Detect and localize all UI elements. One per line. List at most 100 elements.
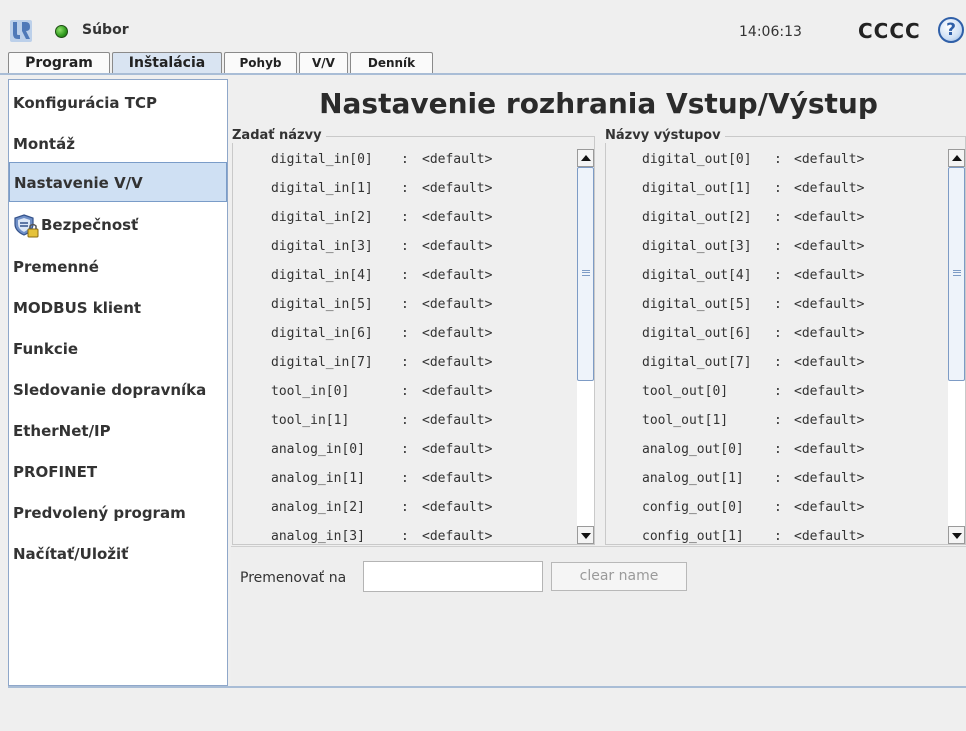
sidebar-item-mounting[interactable]: Montáž bbox=[9, 124, 227, 164]
io-separator: : bbox=[401, 500, 409, 515]
io-name-row[interactable]: digital_in[0]: <default> bbox=[233, 145, 576, 174]
io-separator: : bbox=[401, 181, 409, 196]
tab-io[interactable]: V/V bbox=[299, 52, 348, 74]
io-name-row[interactable]: analog_out[1]: <default> bbox=[606, 464, 947, 493]
io-custom-name: <default> bbox=[422, 529, 493, 544]
io-name-row[interactable]: digital_out[3]: <default> bbox=[606, 232, 947, 261]
io-custom-name: <default> bbox=[422, 413, 493, 428]
io-separator: : bbox=[401, 529, 409, 544]
sidebar-item-tcp-configuration[interactable]: Konfigurácia TCP bbox=[9, 83, 227, 123]
tab-move[interactable]: Pohyb bbox=[224, 52, 297, 74]
io-signal-name: digital_in[0] bbox=[271, 152, 373, 167]
io-name-row[interactable]: tool_in[1]: <default> bbox=[233, 406, 576, 435]
help-icon[interactable]: ? bbox=[938, 17, 964, 43]
io-separator: : bbox=[774, 384, 782, 399]
io-separator: : bbox=[774, 210, 782, 225]
io-signal-name: config_out[0] bbox=[642, 500, 744, 515]
sidebar-item-ethernet-ip[interactable]: EtherNet/IP bbox=[9, 411, 227, 451]
sidebar-item-load-save[interactable]: Načítať/Uložiť bbox=[9, 534, 227, 574]
io-name-row[interactable]: digital_in[5]: <default> bbox=[233, 290, 576, 319]
io-separator: : bbox=[401, 297, 409, 312]
io-name-row[interactable]: tool_out[1]: <default> bbox=[606, 406, 947, 435]
installation-sidebar: Konfigurácia TCP Montáž Nastavenie V/V B… bbox=[8, 79, 228, 686]
io-custom-name: <default> bbox=[422, 442, 493, 457]
io-signal-name: digital_out[3] bbox=[642, 239, 752, 254]
io-name-row[interactable]: analog_in[1]: <default> bbox=[233, 464, 576, 493]
io-name-row[interactable]: digital_in[6]: <default> bbox=[233, 319, 576, 348]
output-names-scrollbar[interactable] bbox=[948, 149, 965, 544]
io-signal-name: analog_in[3] bbox=[271, 529, 365, 544]
scroll-down-button[interactable] bbox=[948, 526, 965, 544]
io-name-row[interactable]: digital_in[1]: <default> bbox=[233, 174, 576, 203]
tab-log[interactable]: Denník bbox=[350, 52, 433, 74]
io-name-row[interactable]: config_out[0]: <default> bbox=[606, 493, 947, 522]
tab-installation[interactable]: Inštalácia bbox=[112, 52, 222, 74]
io-separator: : bbox=[774, 442, 782, 457]
scroll-up-button[interactable] bbox=[948, 149, 965, 167]
scrollbar-thumb[interactable] bbox=[577, 167, 594, 381]
io-custom-name: <default> bbox=[422, 384, 493, 399]
scrollbar-thumb[interactable] bbox=[948, 167, 965, 381]
io-separator: : bbox=[401, 210, 409, 225]
io-name-row[interactable]: tool_out[0]: <default> bbox=[606, 377, 947, 406]
io-separator: : bbox=[774, 297, 782, 312]
io-name-row[interactable]: analog_in[3]: <default> bbox=[233, 522, 576, 544]
sidebar-item-modbus-client[interactable]: MODBUS klient bbox=[9, 288, 227, 328]
rename-input[interactable] bbox=[363, 561, 543, 592]
io-signal-name: tool_out[1] bbox=[642, 413, 729, 428]
io-name-row[interactable]: digital_in[2]: <default> bbox=[233, 203, 576, 232]
io-name-row[interactable]: analog_in[0]: <default> bbox=[233, 435, 576, 464]
io-name-row[interactable]: digital_in[4]: <default> bbox=[233, 261, 576, 290]
io-custom-name: <default> bbox=[794, 210, 865, 225]
io-custom-name: <default> bbox=[794, 297, 865, 312]
io-separator: : bbox=[401, 384, 409, 399]
io-signal-name: digital_out[6] bbox=[642, 326, 752, 341]
io-name-row[interactable]: digital_in[7]: <default> bbox=[233, 348, 576, 377]
tab-program[interactable]: Program bbox=[8, 52, 110, 74]
io-name-row[interactable]: config_out[1]: <default> bbox=[606, 522, 947, 544]
io-custom-name: <default> bbox=[794, 268, 865, 283]
sidebar-item-profinet[interactable]: PROFINET bbox=[9, 452, 227, 492]
output-names-group: Názvy výstupov digital_out[0]: <default> d… bbox=[605, 128, 966, 545]
io-name-row[interactable]: digital_out[1]: <default> bbox=[606, 174, 947, 203]
io-name-row[interactable]: digital_out[0]: <default> bbox=[606, 145, 947, 174]
io-name-row[interactable]: analog_out[0]: <default> bbox=[606, 435, 947, 464]
sidebar-item-safety[interactable]: Bezpečnosť bbox=[9, 205, 227, 245]
io-custom-name: <default> bbox=[794, 500, 865, 515]
io-signal-name: digital_out[1] bbox=[642, 181, 752, 196]
io-signal-name: analog_out[1] bbox=[642, 471, 744, 486]
scroll-up-button[interactable] bbox=[577, 149, 594, 167]
io-custom-name: <default> bbox=[422, 297, 493, 312]
io-name-row[interactable]: digital_out[2]: <default> bbox=[606, 203, 947, 232]
output-names-list[interactable]: digital_out[0]: <default> digital_out[1]: <… bbox=[606, 145, 947, 544]
io-signal-name: digital_in[7] bbox=[271, 355, 373, 370]
sidebar-item-conveyor-tracking[interactable]: Sledovanie dopravníka bbox=[9, 370, 227, 410]
io-name-row[interactable]: analog_in[2]: <default> bbox=[233, 493, 576, 522]
sidebar-item-features[interactable]: Funkcie bbox=[9, 329, 227, 369]
io-custom-name: <default> bbox=[794, 181, 865, 196]
input-names-scrollbar[interactable] bbox=[577, 149, 594, 544]
input-names-list[interactable]: digital_in[0]: <default> digital_in[1]: <de… bbox=[233, 145, 576, 544]
io-name-row[interactable]: digital_out[4]: <default> bbox=[606, 261, 947, 290]
io-signal-name: digital_in[5] bbox=[271, 297, 373, 312]
input-names-title: Zadať názvy bbox=[232, 128, 326, 143]
io-separator: : bbox=[401, 471, 409, 486]
io-signal-name: digital_out[5] bbox=[642, 297, 752, 312]
io-signal-name: analog_in[1] bbox=[271, 471, 365, 486]
scroll-down-button[interactable] bbox=[577, 526, 594, 544]
io-name-row[interactable]: digital_in[3]: <default> bbox=[233, 232, 576, 261]
sidebar-item-default-program[interactable]: Predvolený program bbox=[9, 493, 227, 533]
io-name-row[interactable]: digital_out[5]: <default> bbox=[606, 290, 947, 319]
io-signal-name: digital_out[0] bbox=[642, 152, 752, 167]
sidebar-item-io-setup[interactable]: Nastavenie V/V bbox=[9, 162, 227, 202]
io-name-row[interactable]: digital_out[6]: <default> bbox=[606, 319, 947, 348]
io-name-row[interactable]: tool_in[0]: <default> bbox=[233, 377, 576, 406]
io-separator: : bbox=[401, 326, 409, 341]
clear-name-button[interactable]: clear name bbox=[551, 562, 687, 591]
io-signal-name: tool_in[1] bbox=[271, 413, 350, 428]
io-signal-name: digital_in[2] bbox=[271, 210, 373, 225]
sidebar-item-variables[interactable]: Premenné bbox=[9, 247, 227, 287]
io-name-row[interactable]: digital_out[7]: <default> bbox=[606, 348, 947, 377]
io-separator: : bbox=[774, 471, 782, 486]
file-menu[interactable]: Súbor bbox=[82, 22, 129, 38]
